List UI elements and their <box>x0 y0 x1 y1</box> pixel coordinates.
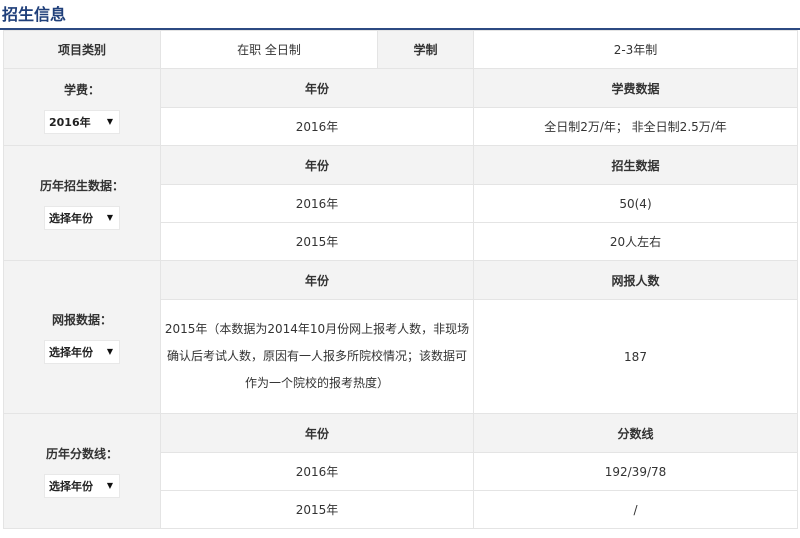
online-year-line: 作为一个院校的报考热度） <box>244 376 389 390</box>
enrollment-data-header: 招生数据 <box>473 145 798 185</box>
duration-value: 2-3年制 <box>473 30 798 69</box>
tuition-year-header: 年份 <box>160 68 474 108</box>
online-year-line: 2015年（本数据为2014年10月份网上报考人数，非现场 <box>164 322 470 336</box>
tuition-value: 全日制2万/年； 非全日制2.5万/年 <box>473 107 798 146</box>
chevron-down-icon: ▼ <box>106 117 113 126</box>
tuition-label-cell: 学费： 2016年 ▼ <box>3 68 161 146</box>
online-data-header: 网报人数 <box>473 260 798 300</box>
chevron-down-icon: ▼ <box>106 213 113 222</box>
online-label-cell: 网报数据： 选择年份 ▼ <box>3 260 161 414</box>
section-header: 招生信息 <box>0 0 800 30</box>
page: 招生信息 项目类别 在职 全日制 学制 2-3年制 学费： 2016年 ▼ 年份… <box>0 0 800 538</box>
enrollment-year: 2015年 <box>160 222 474 261</box>
category-value: 在职 全日制 <box>160 30 378 69</box>
online-value: 187 <box>473 299 798 414</box>
scores-year: 2015年 <box>160 490 474 529</box>
scores-value: / <box>473 490 798 529</box>
scores-year: 2016年 <box>160 452 474 491</box>
scores-year-select[interactable]: 选择年份 ▼ <box>44 473 120 498</box>
scores-label-cell: 历年分数线： 选择年份 ▼ <box>3 413 161 529</box>
tuition-year-select[interactable]: 2016年 ▼ <box>44 109 120 134</box>
chevron-down-icon: ▼ <box>106 481 113 490</box>
category-label: 项目类别 <box>3 30 161 69</box>
enrollment-label-cell: 历年招生数据： 选择年份 ▼ <box>3 145 161 261</box>
tuition-year: 2016年 <box>160 107 474 146</box>
tuition-label: 学费： <box>63 82 100 97</box>
online-header-row: 网报数据： 选择年份 ▼ 年份 网报人数 <box>3 260 798 414</box>
online-year-note: 2015年（本数据为2014年10月份网上报考人数，非现场 确认后考试人数，原因… <box>160 299 474 414</box>
enrollment-year-select[interactable]: 选择年份 ▼ <box>44 205 120 230</box>
enrollment-label: 历年招生数据： <box>39 178 124 193</box>
tuition-header-row: 学费： 2016年 ▼ 年份 学费数据 <box>3 68 798 146</box>
scores-label: 历年分数线： <box>45 446 118 461</box>
scores-select-value: 选择年份 <box>49 479 93 493</box>
enrollment-year: 2016年 <box>160 184 474 223</box>
scores-header-row: 历年分数线： 选择年份 ▼ 年份 分数线 <box>3 413 798 529</box>
section-title: 招生信息 <box>2 5 67 24</box>
scores-value: 192/39/78 <box>473 452 798 491</box>
duration-label: 学制 <box>377 30 474 69</box>
enrollment-year-header: 年份 <box>160 145 474 185</box>
online-year-line: 确认后考试人数，原因有一人报多所院校情况；该数据可 <box>166 349 467 363</box>
chevron-down-icon: ▼ <box>106 347 113 356</box>
online-year-select[interactable]: 选择年份 ▼ <box>44 339 120 364</box>
online-year-header: 年份 <box>160 260 474 300</box>
enrollment-header-row: 历年招生数据： 选择年份 ▼ 年份 招生数据 <box>3 145 798 261</box>
admission-info-table: 项目类别 在职 全日制 学制 2-3年制 学费： 2016年 ▼ 年份 学费数据… <box>3 30 798 529</box>
scores-data-header: 分数线 <box>473 413 798 453</box>
online-select-value: 选择年份 <box>49 345 93 359</box>
program-row: 项目类别 在职 全日制 学制 2-3年制 <box>3 30 798 69</box>
tuition-select-value: 2016年 <box>49 115 91 129</box>
enrollment-select-value: 选择年份 <box>49 211 93 225</box>
tuition-data-header: 学费数据 <box>473 68 798 108</box>
online-label: 网报数据： <box>51 312 112 327</box>
enrollment-value: 20人左右 <box>473 222 798 261</box>
enrollment-value: 50(4) <box>473 184 798 223</box>
scores-year-header: 年份 <box>160 413 474 453</box>
